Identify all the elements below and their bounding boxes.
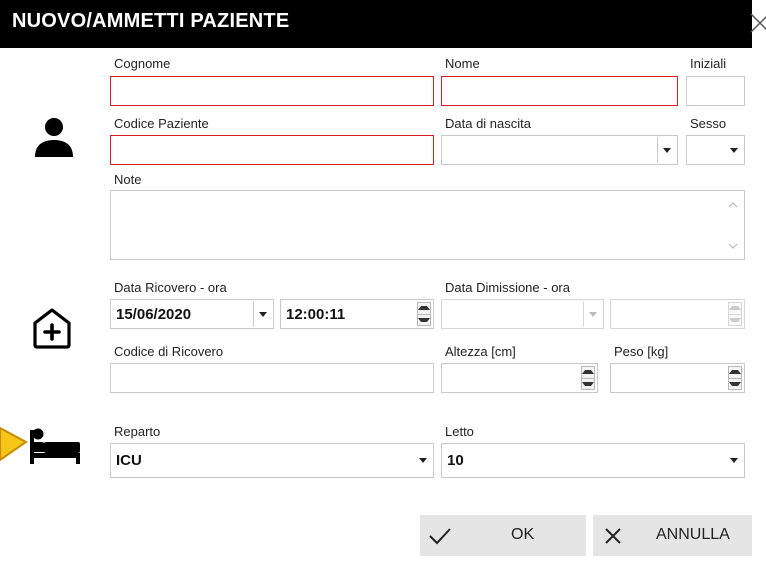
initials-label: Iniziali [690, 56, 727, 71]
admission-code-input[interactable] [110, 363, 434, 393]
ward-label: Reparto [114, 424, 161, 439]
height-label: Altezza [cm] [445, 344, 516, 359]
dob-label: Data di nascita [445, 116, 531, 131]
weight-input[interactable] [610, 363, 745, 393]
stepper-up-icon[interactable] [582, 367, 594, 378]
bed-select[interactable]: 10 [441, 443, 745, 478]
chevron-down-icon[interactable] [414, 445, 432, 476]
ok-button-label: OK [511, 526, 535, 543]
weight-stepper[interactable] [728, 366, 742, 390]
name-input[interactable] [441, 76, 678, 106]
notes-label: Note [114, 172, 142, 187]
bed-icon [26, 426, 82, 469]
sex-select[interactable] [686, 135, 745, 165]
admission-time-input[interactable]: 12:00:11 [280, 299, 434, 329]
bed-label: Letto [445, 424, 474, 439]
notes-textarea[interactable] [110, 190, 745, 260]
discharge-date-label: Data Dimissione - ora [445, 280, 570, 295]
chevron-down-icon[interactable] [583, 301, 602, 327]
surname-label: Cognome [114, 56, 171, 71]
chevron-down-icon[interactable] [725, 445, 743, 476]
ward-select[interactable]: ICU [110, 443, 434, 478]
admission-date-label: Data Ricovero - ora [114, 280, 227, 295]
discharge-date-picker[interactable] [441, 299, 604, 329]
stepper-down-icon[interactable] [582, 377, 594, 390]
cancel-button[interactable]: ANNULLA [593, 515, 752, 556]
patient-code-input[interactable] [110, 135, 434, 165]
scroll-down-icon[interactable] [728, 238, 738, 253]
stepper-up-icon[interactable] [729, 367, 741, 378]
time-stepper[interactable] [728, 302, 742, 326]
height-input[interactable] [441, 363, 598, 393]
cancel-x-icon [604, 527, 622, 550]
dob-picker[interactable] [441, 135, 678, 165]
admission-code-label: Codice di Ricovero [114, 344, 224, 359]
ward-value: ICU [116, 452, 142, 469]
admission-date-picker[interactable]: 15/06/2020 [110, 299, 274, 329]
scroll-up-icon[interactable] [728, 197, 738, 212]
chevron-down-icon[interactable] [253, 301, 272, 327]
discharge-time-input[interactable] [610, 299, 745, 329]
admission-date-value: 15/06/2020 [116, 306, 192, 323]
admission-time-value: 12:00:11 [286, 306, 346, 323]
close-icon[interactable] [749, 12, 766, 34]
stepper-up-icon[interactable] [418, 303, 430, 314]
stepper-down-icon[interactable] [729, 313, 741, 326]
time-stepper[interactable] [417, 302, 431, 326]
chevron-down-icon[interactable] [725, 137, 743, 163]
stepper-up-icon[interactable] [729, 303, 741, 314]
patient-code-label: Codice Paziente [114, 116, 209, 131]
ok-button[interactable]: OK [420, 515, 586, 556]
name-label: Nome [445, 56, 480, 71]
stepper-down-icon[interactable] [729, 377, 741, 390]
checkmark-icon [429, 527, 451, 550]
chevron-down-icon[interactable] [657, 137, 676, 163]
cancel-button-label: ANNULLA [656, 526, 730, 543]
height-stepper[interactable] [581, 366, 595, 390]
stepper-down-icon[interactable] [418, 313, 430, 326]
person-icon [32, 116, 76, 161]
initials-input[interactable] [686, 76, 745, 106]
dialog-title: NUOVO/AMMETTI PAZIENTE [12, 10, 290, 32]
hospital-plus-icon [30, 306, 74, 353]
weight-label: Peso [kg] [614, 344, 669, 359]
bed-value: 10 [447, 452, 464, 469]
sex-label: Sesso [690, 116, 727, 131]
surname-input[interactable] [110, 76, 434, 106]
